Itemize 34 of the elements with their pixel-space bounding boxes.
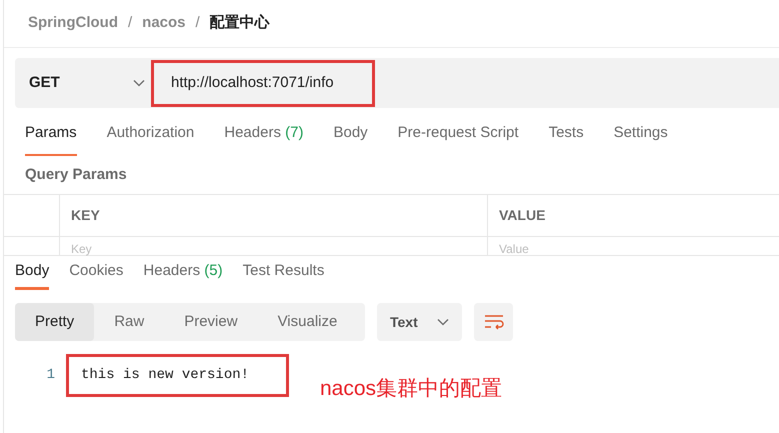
column-header: KEY [71,206,100,225]
view-mode-tab[interactable]: Preview [164,303,258,341]
section-title: Query Params [25,164,127,185]
request-tab[interactable]: Settings [614,120,668,156]
value-field[interactable]: Value [499,240,699,258]
request-tab[interactable]: Headers (7) [224,120,304,156]
column-header: VALUE [499,206,546,225]
response-tab[interactable]: Headers (5) [143,260,223,290]
request-tab[interactable]: Pre-request Script [398,120,519,156]
method-select[interactable]: GET [15,58,151,108]
request-tab[interactable]: Params [25,120,77,156]
breadcrumb-separator: / [196,13,200,34]
request-tab[interactable]: Body [333,120,368,156]
wrap-lines-button[interactable] [474,303,513,341]
response-tab[interactable]: Cookies [69,260,124,290]
breadcrumb-separator: / [128,13,132,34]
url-field[interactable]: http://localhost:7071/info [151,60,375,106]
request-tab[interactable]: Authorization [106,120,194,156]
chevron-down-icon [133,79,145,87]
breadcrumb-item[interactable]: SpringCloud [28,12,118,35]
request-tab[interactable]: Tests [548,120,584,156]
wrap-icon [484,314,504,330]
view-mode-tab[interactable]: Pretty [15,303,94,341]
line-number: 1 [46,366,56,386]
response-tab[interactable]: Test Results [242,260,324,290]
view-mode-tab[interactable]: Visualize [258,303,358,341]
key-field[interactable]: Key [71,240,271,258]
format-select[interactable]: Text [377,303,462,341]
breadcrumb-item[interactable]: 配置中心 [210,12,270,35]
annotation-text: nacos集群中的配置 [320,376,502,402]
chevron-down-icon [437,318,449,326]
response-tab[interactable]: Body [15,260,50,290]
view-mode-tab[interactable]: Raw [94,303,164,341]
breadcrumb-item[interactable]: nacos [142,12,186,35]
